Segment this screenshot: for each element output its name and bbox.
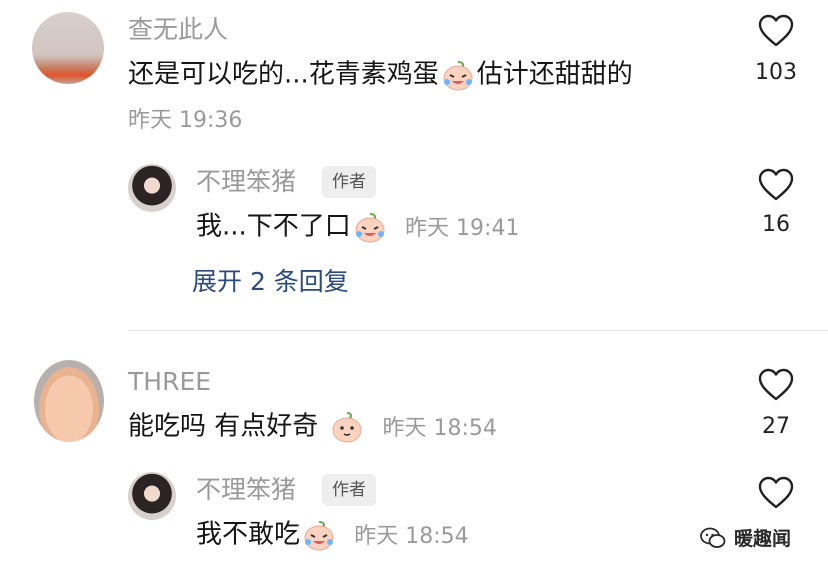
reply-time: 昨天 18:54: [354, 523, 469, 549]
comment-text: 还是可以吃的...花青素鸡蛋 估计还甜甜的: [128, 58, 633, 92]
comment-time: 昨天 19:36: [128, 108, 243, 133]
like-count: 16: [762, 212, 790, 237]
avatar[interactable]: [128, 472, 176, 520]
comment-username[interactable]: THREE: [128, 368, 211, 396]
comment-time: 昨天 18:54: [382, 415, 497, 441]
wechat-icon: [700, 527, 726, 548]
avatar[interactable]: [128, 164, 176, 212]
like-count: 27: [762, 414, 790, 439]
like-count: 103: [755, 60, 797, 85]
comment-username[interactable]: 查无此人: [128, 16, 228, 44]
crying-laughing-bun-emoji-icon: [304, 521, 334, 551]
reply-username[interactable]: 不理笨猪: [196, 476, 296, 504]
reply-text: 我不敢吃 昨天 18:54: [196, 518, 469, 552]
like-heart-icon[interactable]: [758, 168, 794, 202]
author-badge: 作者: [322, 474, 376, 506]
like-heart-icon[interactable]: [758, 476, 794, 510]
crying-laughing-bun-emoji-icon: [355, 213, 385, 243]
avatar[interactable]: [34, 360, 104, 442]
crying-laughing-bun-emoji-icon: [443, 61, 473, 91]
reply-username[interactable]: 不理笨猪: [196, 168, 296, 196]
expand-replies-link[interactable]: 展开 2 条回复: [192, 266, 349, 298]
like-heart-icon[interactable]: [758, 368, 794, 402]
watermark: 暖趣闻: [700, 524, 791, 551]
reply-text: 我...下不了口 昨天 19:41: [196, 210, 519, 244]
peach-bun-emoji-icon: [332, 412, 362, 443]
divider: [128, 330, 828, 331]
watermark-text: 暖趣闻: [734, 528, 792, 550]
author-badge: 作者: [322, 166, 376, 198]
comment-text: 能吃吗 有点好奇 昨天 18:54: [128, 410, 497, 444]
like-heart-icon[interactable]: [758, 14, 794, 48]
avatar[interactable]: [32, 12, 104, 84]
reply-time: 昨天 19:41: [405, 215, 520, 241]
